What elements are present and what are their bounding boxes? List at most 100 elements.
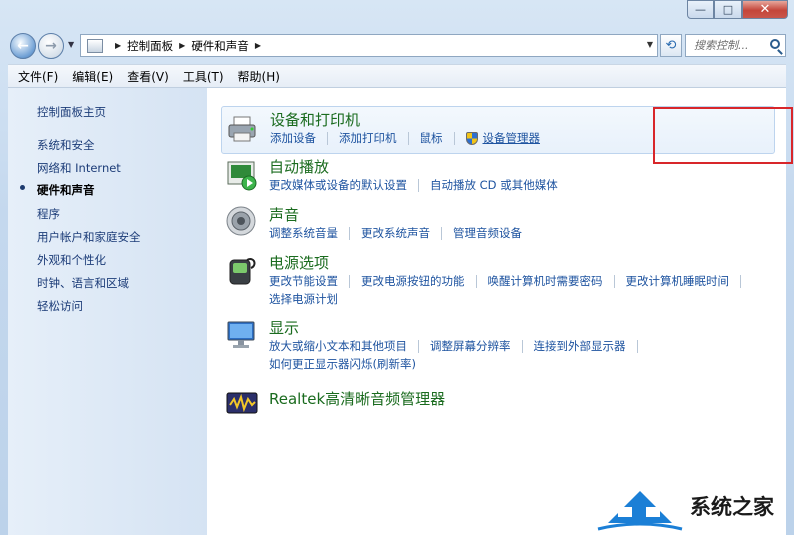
link-separator (407, 131, 409, 145)
link-manage-audio-devices[interactable]: 管理音频设备 (453, 225, 522, 241)
chevron-right-icon[interactable]: ▶ (179, 41, 185, 50)
watermark-text: 系统之家 (690, 494, 774, 519)
close-button[interactable]: ✕ (742, 0, 788, 19)
sidebar-item-appearance[interactable]: 外观和个性化 (37, 252, 106, 268)
link-separator (475, 274, 477, 288)
sidebar-item-clock-language[interactable]: 时钟、语言和区域 (37, 275, 129, 291)
link-choose-power-plan[interactable]: 选择电源计划 (269, 291, 338, 307)
main-panel: 设备和打印机 添加设备 添加打印机 鼠标 设备管理器 自动播放 更改媒体或设备的… (207, 88, 793, 535)
link-require-password-wake[interactable]: 唤醒计算机时需要密码 (488, 273, 603, 289)
menu-tools[interactable]: 工具(T) (183, 68, 224, 85)
category-links: 调整系统音量 更改系统声音 管理音频设备 (269, 225, 522, 241)
link-add-device[interactable]: 添加设备 (270, 130, 316, 146)
category-title[interactable]: 声音 (269, 204, 299, 225)
back-button[interactable]: ← (10, 33, 36, 59)
menu-bar: 文件(F) 编辑(E) 查看(V) 工具(T) 帮助(H) (8, 64, 786, 88)
category-title[interactable]: 电源选项 (269, 252, 329, 273)
link-autoplay-cd[interactable]: 自动播放 CD 或其他媒体 (430, 177, 558, 193)
maximize-button[interactable]: □ (714, 0, 742, 19)
sidebar-item-user-accounts[interactable]: 用户帐户和家庭安全 (37, 229, 141, 245)
category-title[interactable]: 自动播放 (269, 156, 329, 177)
uac-shield-icon (465, 131, 478, 145)
control-panel-icon (87, 38, 103, 53)
current-item-bullet-icon (20, 185, 25, 190)
menu-edit[interactable]: 编辑(E) (72, 68, 113, 85)
breadcrumb: ▶ 控制面板 ▶ 硬件和声音 ▶ (109, 38, 267, 54)
navigation-bar: ← → ▼ ▶ 控制面板 ▶ 硬件和声音 ▶ ▼ ⟲ (8, 31, 786, 61)
link-separator (418, 178, 419, 192)
sidebar-item-programs[interactable]: 程序 (37, 206, 60, 222)
link-change-power-button[interactable]: 更改电源按钮的功能 (361, 273, 465, 289)
menu-help[interactable]: 帮助(H) (238, 68, 280, 85)
category-links: 放大或缩小文本和其他项目 调整屏幕分辨率 连接到外部显示器 (269, 338, 649, 354)
link-device-manager-label: 设备管理器 (482, 131, 541, 145)
sidebar-item-system-security[interactable]: 系统和安全 (37, 137, 95, 153)
sidebar-item-network[interactable]: 网络和 Internet (37, 160, 121, 176)
title-bar-buttons: — □ ✕ (687, 0, 788, 19)
link-separator (441, 226, 442, 240)
sidebar-item-home[interactable]: 控制面板主页 (37, 104, 106, 120)
search-box[interactable] (685, 34, 786, 57)
breadcrumb-hardware-and-sound[interactable]: 硬件和声音 (191, 38, 249, 54)
link-change-system-sounds[interactable]: 更改系统声音 (361, 225, 430, 241)
minimize-button[interactable]: — (687, 0, 714, 19)
power-icon (229, 258, 256, 285)
watermark-logo-icon (597, 484, 683, 530)
link-adjust-resolution[interactable]: 调整屏幕分辨率 (430, 338, 511, 354)
display-icon (227, 321, 255, 348)
link-change-sleep-time[interactable]: 更改计算机睡眠时间 (626, 273, 730, 289)
refresh-button[interactable]: ⟲ (660, 34, 682, 57)
link-separator (327, 131, 328, 145)
address-bar[interactable]: ▶ 控制面板 ▶ 硬件和声音 ▶ ▼ (80, 34, 658, 57)
content-area: 控制面板主页 系统和安全 网络和 Internet 硬件和声音 程序 用户帐户和… (8, 88, 793, 535)
link-add-printer[interactable]: 添加打印机 (339, 130, 397, 146)
address-dropdown-icon[interactable]: ▼ (647, 40, 653, 49)
autoplay-icon (227, 161, 257, 191)
search-icon[interactable] (770, 39, 780, 49)
link-adjust-volume[interactable]: 调整系统音量 (269, 225, 338, 241)
link-fix-flicker[interactable]: 如何更正显示器闪烁(刷新率) (269, 356, 416, 372)
breadcrumb-control-panel[interactable]: 控制面板 (127, 38, 173, 54)
category-links: 更改媒体或设备的默认设置 自动播放 CD 或其他媒体 (269, 177, 558, 193)
link-connect-external-display[interactable]: 连接到外部显示器 (534, 338, 626, 354)
chevron-right-icon[interactable]: ▶ (115, 41, 121, 50)
link-resize-text[interactable]: 放大或缩小文本和其他项目 (269, 338, 407, 354)
category-title[interactable]: Realtek高清晰音频管理器 (269, 388, 445, 409)
category-title[interactable]: 显示 (269, 317, 299, 338)
sidebar-item-ease-of-access[interactable]: 轻松访问 (37, 298, 83, 314)
link-separator (349, 274, 350, 288)
sidebar: 控制面板主页 系统和安全 网络和 Internet 硬件和声音 程序 用户帐户和… (8, 88, 207, 535)
recent-pages-dropdown-icon[interactable]: ▼ (68, 40, 74, 49)
category-power-options: 电源选项 更改节能设置 更改电源按钮的功能 唤醒计算机时需要密码 更改计算机睡眠… (221, 252, 775, 308)
category-links: 添加设备 添加打印机 鼠标 设备管理器 (270, 130, 540, 146)
category-realtek: Realtek高清晰音频管理器 (221, 387, 775, 417)
category-sound: 声音 调整系统音量 更改系统声音 管理音频设备 (221, 204, 775, 244)
highlight-annotation-box (653, 107, 793, 164)
link-separator (521, 339, 523, 353)
link-separator (636, 339, 638, 353)
realtek-icon (226, 392, 258, 414)
category-display: 显示 放大或缩小文本和其他项目 调整屏幕分辨率 连接到外部显示器 如何更正显示器… (221, 317, 775, 373)
chevron-right-icon[interactable]: ▶ (255, 41, 261, 50)
category-links-row2: 选择电源计划 (269, 291, 338, 307)
category-title[interactable]: 设备和打印机 (270, 109, 360, 130)
sidebar-item-hardware-sound: 硬件和声音 (37, 183, 95, 197)
search-input[interactable] (694, 39, 766, 52)
menu-view[interactable]: 查看(V) (127, 68, 169, 85)
window-frame: — □ ✕ ← → ▼ ▶ 控制面板 ▶ 硬件和声音 ▶ ▼ ⟲ 文件(F) 编… (0, 0, 794, 535)
link-mouse[interactable]: 鼠标 (420, 130, 443, 146)
link-separator (349, 226, 350, 240)
link-change-power-saving[interactable]: 更改节能设置 (269, 273, 338, 289)
link-separator (740, 274, 741, 288)
link-change-media-defaults[interactable]: 更改媒体或设备的默认设置 (269, 177, 407, 193)
category-links: 更改节能设置 更改电源按钮的功能 唤醒计算机时需要密码 更改计算机睡眠时间 (269, 273, 752, 289)
forward-button[interactable]: → (38, 33, 64, 59)
speaker-icon (226, 206, 256, 236)
menu-file[interactable]: 文件(F) (18, 68, 58, 85)
link-device-manager[interactable]: 设备管理器 (465, 130, 541, 146)
watermark: 系统之家 (594, 476, 794, 535)
link-separator (418, 339, 419, 353)
link-separator (453, 131, 455, 145)
printer-icon (228, 116, 256, 142)
link-separator (613, 274, 615, 288)
